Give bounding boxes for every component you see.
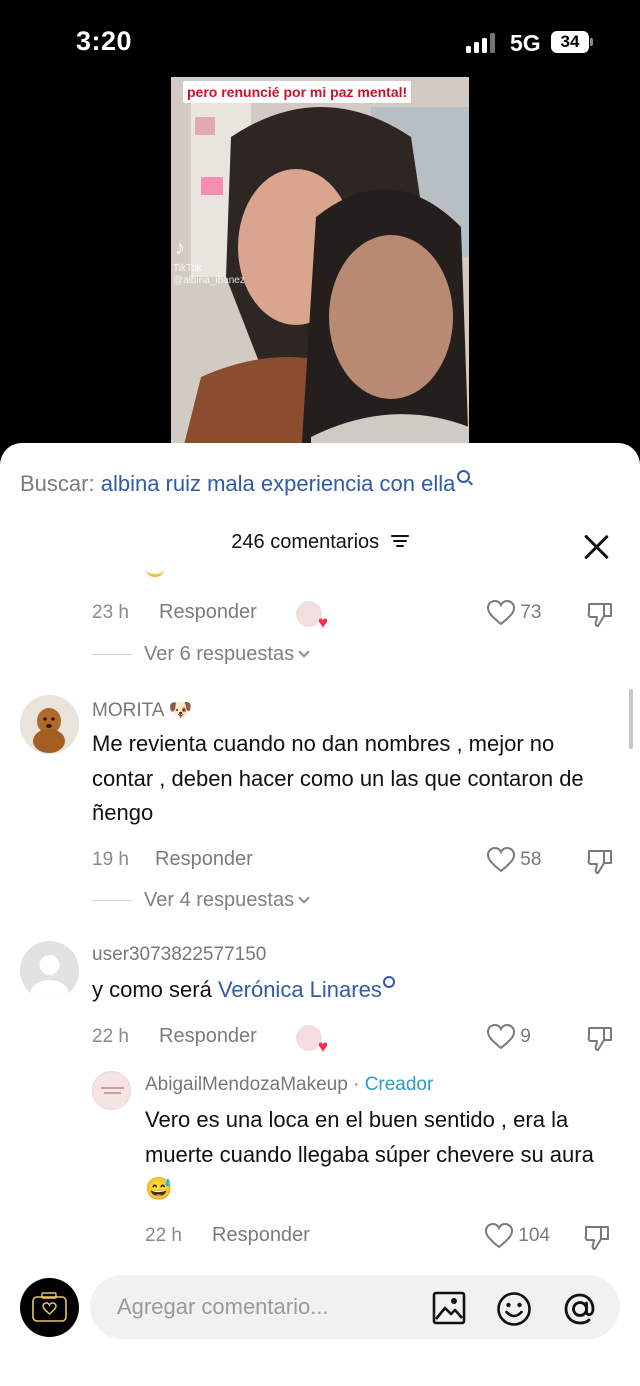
chevron-down-icon (298, 892, 310, 904)
dislike-button[interactable] (586, 1024, 614, 1052)
signal-icon (466, 33, 500, 53)
like-button[interactable]: 73 (486, 599, 542, 626)
image-icon[interactable] (432, 1291, 466, 1325)
search-icon (382, 976, 395, 988)
mention-icon[interactable] (562, 1291, 598, 1327)
reply-button[interactable]: Responder (155, 848, 253, 871)
like-count: 58 (520, 849, 542, 871)
comment-time: 23 h (92, 602, 129, 623)
comment-time: 19 h (92, 849, 129, 870)
heart-icon (486, 1023, 516, 1050)
like-count: 104 (518, 1225, 550, 1247)
reply-username[interactable]: AbigailMendozaMakeup · Creador (145, 1074, 433, 1096)
default-avatar-icon (30, 955, 69, 1000)
dislike-button[interactable] (586, 847, 614, 875)
battery-icon: 34 (551, 31, 593, 53)
search-suggestion[interactable]: Buscar: albina ruiz mala experiencia con… (20, 470, 471, 497)
comment-input-placeholder: Agregar comentario... (117, 1294, 329, 1319)
dislike-icon (587, 850, 612, 874)
view-replies-label: Ver 6 respuestas (144, 643, 295, 665)
tiktok-watermark: TikTok @albina_ibanez (173, 263, 245, 287)
search-query[interactable]: albina ruiz mala experiencia con ella (101, 471, 456, 496)
camera-heart-icon (32, 1292, 67, 1322)
comment-time: 22 h (92, 1026, 129, 1047)
search-icon (457, 470, 471, 483)
brand-logo-avatar (101, 1087, 124, 1094)
mention-link[interactable]: Verónica Linares (218, 977, 382, 1002)
username-text: AbigailMendozaMakeup (145, 1074, 348, 1095)
divider-line (92, 654, 132, 656)
watermark-brand: TikTok (173, 263, 202, 274)
view-replies-label: Ver 4 respuestas (144, 889, 295, 911)
status-time: 3:20 (76, 26, 133, 56)
creator-badge: Creador (364, 1074, 434, 1095)
like-button[interactable]: 104 (484, 1222, 550, 1249)
comment-text: Me revienta cuando no dan nombres , mejo… (92, 731, 584, 825)
comment-username[interactable]: user3073822577150 (92, 944, 266, 966)
reply-button[interactable]: Responder (159, 601, 257, 624)
like-count: 9 (520, 1026, 531, 1048)
view-replies-button[interactable]: Ver 6 respuestas (92, 643, 310, 666)
view-replies-button[interactable]: Ver 4 respuestas (92, 889, 310, 912)
dislike-icon (587, 1027, 612, 1051)
close-icon[interactable] (582, 533, 610, 561)
creator-liked-sticker (296, 601, 328, 633)
camera-icon[interactable] (20, 1278, 79, 1337)
reply-text: Vero es una loca en el buen sentido , er… (145, 1107, 594, 1201)
like-button[interactable]: 58 (486, 846, 542, 873)
scrollbar[interactable] (629, 689, 633, 749)
comment-text: y como será Verónica Linares (92, 973, 612, 1008)
filter-icon[interactable] (390, 534, 409, 548)
reply-button[interactable]: Responder (212, 1224, 310, 1247)
heart-icon (484, 1222, 514, 1249)
comment-composer: Agregar comentario... (0, 1265, 640, 1386)
comments-header: 246 comentarios (0, 531, 640, 561)
comment-time: 22 h (145, 1225, 182, 1246)
comment-username[interactable]: MORITA 🐶 (92, 698, 192, 722)
dislike-button[interactable] (583, 1223, 611, 1251)
comment-input[interactable]: Agregar comentario... (90, 1275, 620, 1339)
like-count: 73 (520, 602, 542, 624)
heart-icon (486, 599, 516, 626)
video-caption: pero renuncié por mi paz mental! (183, 81, 412, 103)
dislike-icon (584, 1226, 609, 1250)
network-type: 5G (510, 30, 541, 56)
chevron-down-icon (298, 646, 310, 658)
battery-level: 34 (551, 31, 589, 53)
heart-icon (486, 846, 516, 873)
dislike-button[interactable] (586, 600, 614, 628)
avatar[interactable] (92, 1071, 131, 1110)
search-label: Buscar: (20, 471, 95, 496)
creator-liked-sticker (296, 1025, 328, 1057)
username-text: MORITA (92, 700, 164, 721)
dog-face-icon: 🐶 (168, 700, 193, 721)
dog-avatar-image (33, 708, 65, 753)
dislike-icon (587, 603, 612, 627)
comments-sheet: Buscar: albina ruiz mala experiencia con… (0, 443, 640, 1386)
emoji-partial (146, 569, 164, 577)
watermark-handle: @albina_ibanez (173, 275, 245, 286)
tiktok-logo-icon: ♪ (175, 237, 185, 259)
divider-line (92, 900, 132, 902)
avatar[interactable] (20, 695, 79, 754)
comments-count: 246 comentarios (231, 531, 380, 553)
avatar[interactable] (20, 941, 79, 1000)
reply-button[interactable]: Responder (159, 1025, 257, 1048)
emoji-icon[interactable] (496, 1291, 532, 1327)
video-preview[interactable]: pero renuncié por mi paz mental! ♪ TikTo… (171, 77, 469, 457)
comment-body: y como será (92, 977, 218, 1002)
username-separator: · (347, 1074, 365, 1095)
like-button[interactable]: 9 (486, 1023, 531, 1050)
